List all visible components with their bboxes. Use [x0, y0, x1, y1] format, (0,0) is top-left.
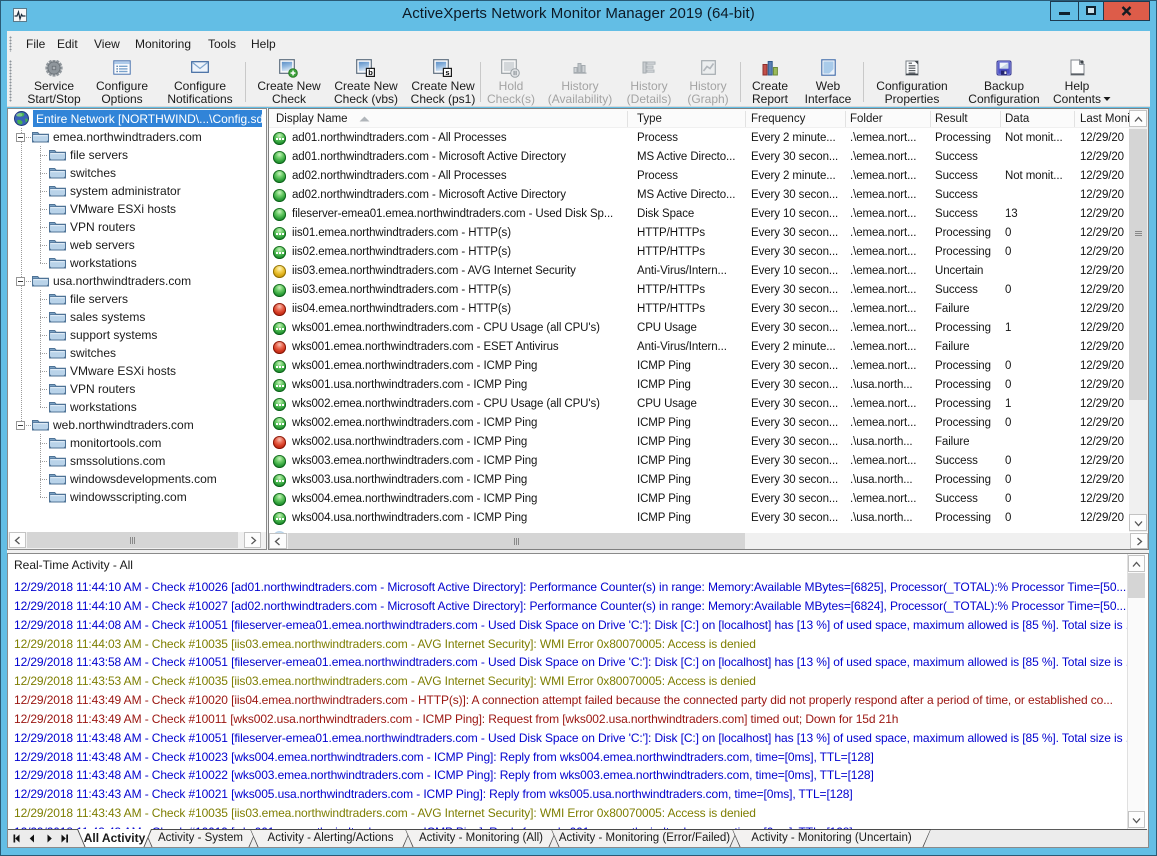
svg-text:s: s — [445, 68, 449, 77]
svg-text:b: b — [368, 68, 373, 77]
